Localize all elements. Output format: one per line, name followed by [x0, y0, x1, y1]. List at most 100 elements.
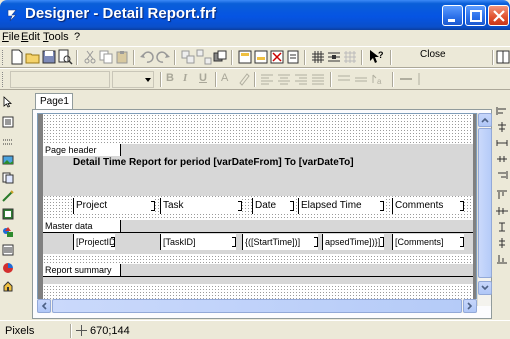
frame-line-icon[interactable] — [398, 71, 414, 87]
frame-border-icon[interactable] — [415, 71, 431, 87]
chevron-up-icon — [481, 117, 489, 123]
align-right-edges-icon[interactable] — [496, 170, 508, 180]
toolbar-separator — [133, 50, 135, 65]
subreport-object-icon[interactable] — [2, 172, 14, 184]
cut-icon[interactable] — [82, 49, 98, 65]
align-center-icon[interactable] — [276, 71, 292, 87]
close-designer-button[interactable]: Close — [420, 49, 446, 60]
data-field-projectid[interactable]: [ProjectID] — [73, 234, 115, 250]
shape-object-icon[interactable] — [2, 226, 14, 238]
minimize-button[interactable] — [442, 5, 463, 26]
print-preview-icon[interactable] — [57, 49, 73, 65]
menu-file[interactable]: File — [2, 31, 20, 43]
valign-top-icon[interactable] — [336, 71, 352, 87]
grid-icon[interactable] — [310, 49, 326, 65]
richtext-object-icon[interactable] — [2, 208, 14, 220]
scroll-left-button[interactable] — [37, 299, 51, 313]
insert-subreport-icon[interactable] — [285, 49, 301, 65]
data-field-starttime[interactable]: {([StartTime])] — [242, 234, 318, 250]
close-icon — [493, 10, 505, 22]
fit-grid-icon[interactable] — [342, 49, 358, 65]
object-palette — [0, 90, 15, 319]
space-h-equal-icon[interactable] — [496, 138, 508, 148]
italic-button[interactable]: I — [183, 72, 187, 84]
column-header-project[interactable]: Project — [73, 198, 155, 214]
maximize-button[interactable] — [465, 5, 486, 26]
center-v-window-icon[interactable] — [496, 238, 508, 248]
valign-center-icon[interactable] — [353, 71, 369, 87]
report-title-text[interactable]: Detail Time Report for period [varDateFr… — [73, 157, 354, 168]
bring-front-icon[interactable] — [212, 49, 228, 65]
horizontal-scroll-thumb[interactable] — [52, 299, 462, 313]
rotate-text-icon[interactable]: a — [370, 71, 386, 87]
align-grid-icon[interactable] — [326, 49, 342, 65]
data-field-comments[interactable]: [Comments] — [392, 234, 464, 250]
maximize-icon — [470, 10, 482, 22]
justify-icon[interactable] — [310, 71, 326, 87]
align-v-centers-icon[interactable] — [496, 206, 508, 216]
column-header-elapsed-time[interactable]: Elapsed Time — [298, 198, 384, 214]
align-right-icon[interactable] — [293, 71, 309, 87]
align-bottom-edges-icon[interactable] — [496, 254, 508, 264]
checkbox-object-icon[interactable] — [2, 280, 14, 292]
align-h-centers-icon[interactable] — [496, 122, 508, 132]
redo-icon[interactable] — [155, 49, 171, 65]
chart-object-icon[interactable] — [2, 262, 14, 274]
picture-object-icon[interactable] — [2, 154, 14, 166]
horizontal-scrollbar[interactable] — [37, 299, 477, 313]
text-object-icon[interactable] — [2, 116, 14, 128]
title-bar[interactable]: Designer - Detail Report.frf — [0, 0, 510, 30]
font-size-combo[interactable] — [112, 71, 154, 88]
design-canvas[interactable]: Page header Detail Time Report for perio… — [37, 113, 477, 301]
paste-icon[interactable] — [114, 49, 130, 65]
copy-icon[interactable] — [98, 49, 114, 65]
align-top-edges-icon[interactable] — [496, 190, 508, 200]
vertical-scrollbar[interactable] — [477, 113, 492, 306]
bold-button[interactable]: B — [166, 72, 174, 84]
highlight-icon[interactable] — [236, 71, 252, 87]
toolbar-grip[interactable] — [2, 50, 5, 65]
insert-picture-icon[interactable] — [269, 49, 285, 65]
chevron-down-icon — [481, 285, 489, 291]
align-left-icon[interactable] — [259, 71, 275, 87]
space-v-equal-icon[interactable] — [496, 222, 508, 232]
scroll-down-button[interactable] — [478, 281, 492, 295]
toolbar-separator — [492, 50, 494, 65]
scroll-right-button[interactable] — [463, 299, 477, 313]
menu-tools[interactable]: Tools — [43, 31, 69, 43]
align-left-edges-icon[interactable] — [496, 106, 508, 116]
data-field-taskid[interactable]: [TaskID] — [160, 234, 236, 250]
toolbar-grip[interactable] — [2, 72, 5, 87]
ungroup-icon[interactable] — [196, 49, 212, 65]
close-window-button[interactable] — [488, 5, 509, 26]
undo-icon[interactable] — [139, 49, 155, 65]
menu-help[interactable]: ? — [74, 31, 80, 43]
group-icon[interactable] — [180, 49, 196, 65]
new-file-icon[interactable] — [9, 49, 25, 65]
column-header-date[interactable]: Date — [252, 198, 294, 214]
open-folder-icon[interactable] — [25, 49, 41, 65]
pointer-tool-icon[interactable] — [2, 96, 14, 108]
menu-edit[interactable]: Edit — [21, 31, 40, 43]
report-page[interactable]: Page header Detail Time Report for perio… — [43, 114, 473, 300]
vertical-scroll-thumb[interactable] — [478, 128, 492, 278]
scroll-up-button[interactable] — [478, 113, 492, 127]
font-name-combo[interactable] — [10, 71, 110, 88]
save-icon[interactable] — [41, 49, 57, 65]
insert-field-icon[interactable] — [253, 49, 269, 65]
line-object-icon[interactable] — [2, 190, 14, 202]
page-view-icon[interactable] — [495, 49, 510, 65]
column-header-task[interactable]: Task — [160, 198, 242, 214]
tab-page1[interactable]: Page1 — [35, 93, 73, 110]
center-h-window-icon[interactable] — [496, 154, 508, 164]
toolbar-separator — [231, 50, 233, 65]
barcode-object-icon[interactable] — [2, 244, 14, 256]
band-object-icon[interactable] — [2, 136, 14, 148]
insert-band-icon[interactable] — [237, 49, 253, 65]
data-field-elapsedtime[interactable]: apsedTime])}] — [322, 234, 384, 250]
band-divider — [43, 276, 473, 277]
help-pointer-icon[interactable]: ? — [368, 49, 384, 65]
underline-button[interactable]: U — [199, 72, 207, 84]
font-color-button[interactable]: A — [221, 72, 228, 84]
column-header-comments[interactable]: Comments — [392, 198, 464, 214]
